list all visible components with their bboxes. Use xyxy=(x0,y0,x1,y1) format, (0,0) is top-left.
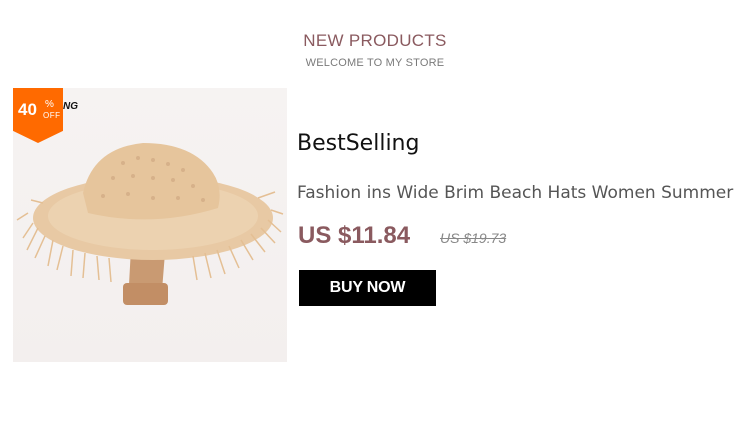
price-current: US $11.84 xyxy=(298,222,411,249)
mannequin-base xyxy=(123,283,168,305)
section-subtitle: WELCOME TO MY STORE xyxy=(305,57,445,69)
section-title: NEW PRODUCTS xyxy=(303,31,447,50)
buy-now-button[interactable]: BUY NOW xyxy=(299,270,436,306)
discount-badge: 40 % OFF xyxy=(13,88,63,143)
discount-percent: % xyxy=(45,99,54,110)
price-original: US $19.73 xyxy=(440,230,507,246)
hat-crown xyxy=(83,143,220,220)
badge-tail-text: NG xyxy=(63,101,78,112)
product-name[interactable]: Fashion ins Wide Brim Beach Hats Women S… xyxy=(297,183,737,203)
discount-off-label: OFF xyxy=(43,111,61,120)
discount-number: 40 xyxy=(18,100,37,119)
product-tag: BestSelling xyxy=(297,131,420,156)
